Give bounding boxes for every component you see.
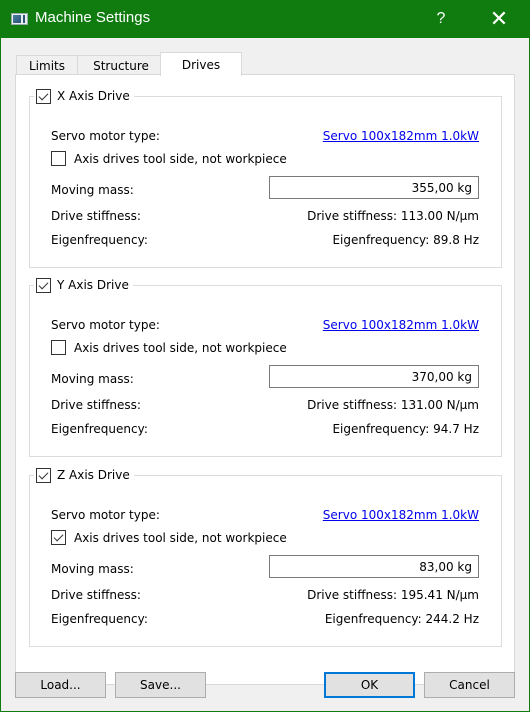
moving-mass-label: Moving mass: [51,372,134,386]
drive-stiffness-label: Drive stiffness: [51,209,141,223]
x-axis-drive-toggle[interactable]: X Axis Drive [34,86,134,106]
save-button[interactable]: Save... [115,672,206,698]
x-axis-drive-checkbox[interactable] [36,88,51,104]
close-icon: ✕ [489,6,509,31]
help-button[interactable]: ? [418,0,464,38]
tool-side-option[interactable]: Axis drives tool side, not workpiece [51,340,287,355]
drive-stiffness-value: Drive stiffness: 131.00 N/µm [307,398,479,412]
eigenfrequency-value: Eigenfrequency: 89.8 Hz [332,233,479,247]
tab-label: Structure [93,59,149,73]
tab-label: Limits [29,59,65,73]
y-axis-drive-group: Y Axis Drive Servo motor type: Servo 100… [29,275,502,457]
moving-mass-label: Moving mass: [51,183,134,197]
tab-limits[interactable]: Limits [16,55,78,76]
group-title: Y Axis Drive [57,278,129,292]
drive-stiffness-label: Drive stiffness: [51,588,141,602]
eigenfrequency-value: Eigenfrequency: 244.2 Hz [324,612,479,626]
tool-side-checkbox[interactable] [51,530,66,545]
load-button[interactable]: Load... [15,672,106,698]
app-icon [11,13,28,25]
dialog-client-area: Limits Structure Drives X Axis Drive Ser… [1,38,529,711]
moving-mass-input[interactable]: 83,00 kg [269,555,479,578]
tool-side-checkbox[interactable] [51,151,66,166]
z-axis-drive-checkbox[interactable] [36,467,51,483]
eigenfrequency-label: Eigenfrequency: [51,233,148,247]
tool-side-label: Axis drives tool side, not workpiece [74,340,287,355]
moving-mass-input[interactable]: 355,00 kg [269,176,479,199]
z-axis-drive-group: Z Axis Drive Servo motor type: Servo 100… [29,465,502,647]
servo-motor-type-label: Servo motor type: [51,508,160,522]
servo-motor-link[interactable]: Servo 100x182mm 1.0kW [323,129,479,143]
tool-side-option[interactable]: Axis drives tool side, not workpiece [51,151,287,166]
machine-settings-dialog: Machine Settings ? ✕ Limits Structure Dr… [0,0,530,712]
eigenfrequency-value: Eigenfrequency: 94.7 Hz [332,422,479,436]
servo-motor-link[interactable]: Servo 100x182mm 1.0kW [323,508,479,522]
tool-side-checkbox[interactable] [51,340,66,355]
ok-button[interactable]: OK [324,672,415,698]
title-bar[interactable]: Machine Settings ? ✕ [0,0,530,38]
tool-side-label: Axis drives tool side, not workpiece [74,530,287,545]
servo-motor-type-label: Servo motor type: [51,318,160,332]
servo-motor-type-label: Servo motor type: [51,129,160,143]
tab-drives[interactable]: Drives [160,52,242,76]
group-title: X Axis Drive [57,89,130,103]
drive-stiffness-label: Drive stiffness: [51,398,141,412]
eigenfrequency-label: Eigenfrequency: [51,612,148,626]
moving-mass-label: Moving mass: [51,562,134,576]
servo-motor-link[interactable]: Servo 100x182mm 1.0kW [323,318,479,332]
eigenfrequency-label: Eigenfrequency: [51,422,148,436]
tab-structure[interactable]: Structure [77,55,165,76]
drive-stiffness-value: Drive stiffness: 195.41 N/µm [307,588,479,602]
cancel-button[interactable]: Cancel [424,672,515,698]
tool-side-label: Axis drives tool side, not workpiece [74,151,287,166]
window-title: Machine Settings [35,9,151,26]
drives-tab-panel: X Axis Drive Servo motor type: Servo 100… [15,74,515,685]
drive-stiffness-value: Drive stiffness: 113.00 N/µm [307,209,479,223]
help-icon: ? [436,10,446,27]
close-button[interactable]: ✕ [476,0,522,38]
tab-label: Drives [181,57,221,72]
moving-mass-input[interactable]: 370,00 kg [269,365,479,388]
x-axis-drive-group: X Axis Drive Servo motor type: Servo 100… [29,86,502,268]
y-axis-drive-toggle[interactable]: Y Axis Drive [34,275,133,295]
y-axis-drive-checkbox[interactable] [36,277,51,293]
group-title: Z Axis Drive [57,468,130,482]
z-axis-drive-toggle[interactable]: Z Axis Drive [34,465,134,485]
tool-side-option[interactable]: Axis drives tool side, not workpiece [51,530,287,545]
